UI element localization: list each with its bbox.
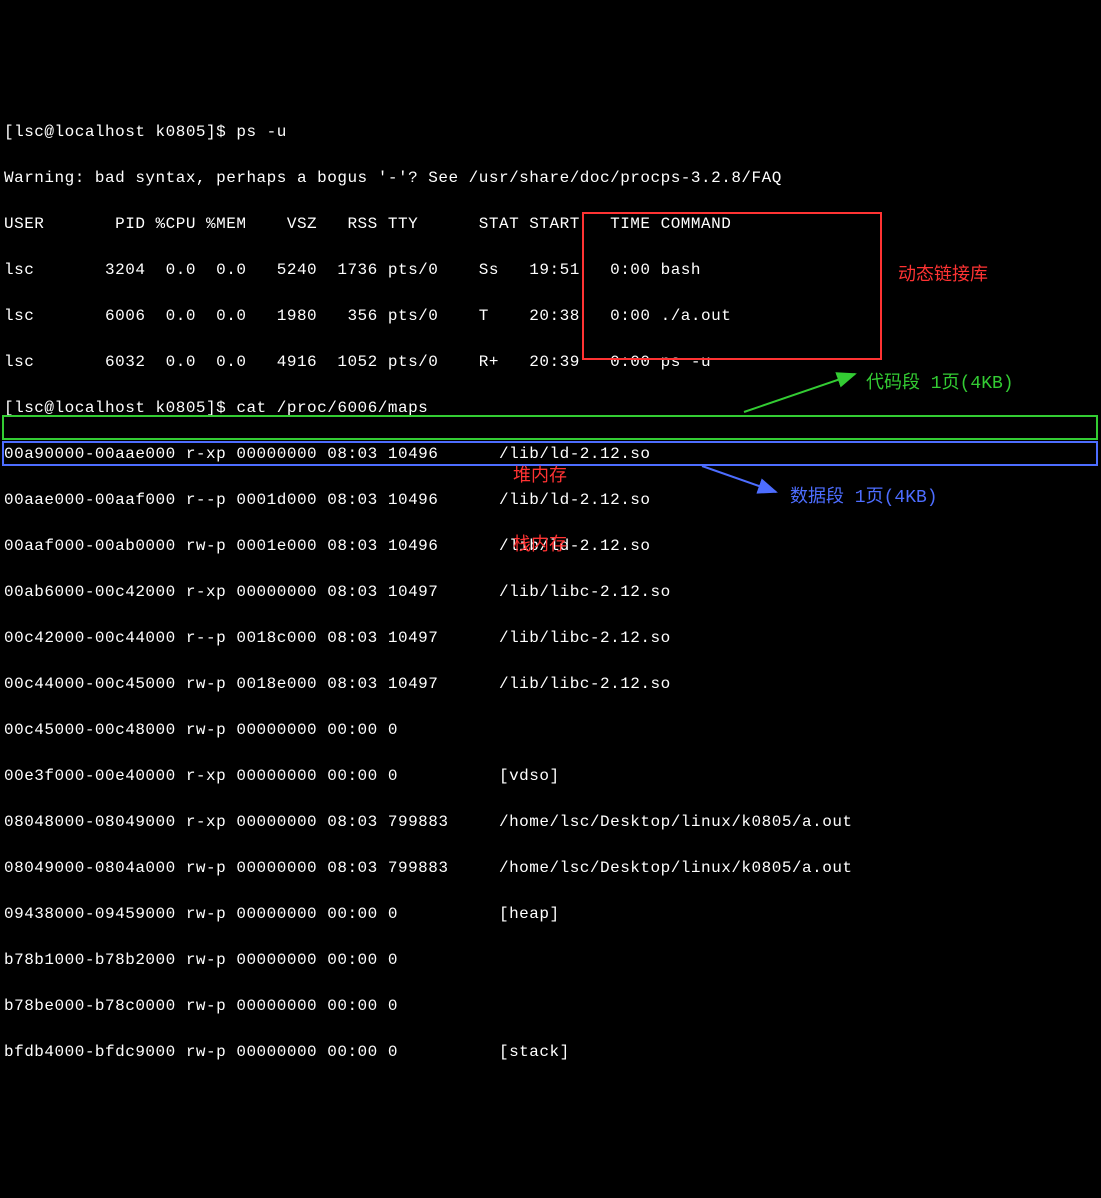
ps-header: USER PID %CPU %MEM VSZ RSS TTY STAT STAR… — [4, 213, 1097, 236]
maps-row: 00c44000-00c45000 rw-p 0018e000 08:03 10… — [4, 673, 1097, 696]
ps-row: lsc 6006 0.0 0.0 1980 356 pts/0 T 20:38 … — [4, 305, 1097, 328]
maps-row: 00c45000-00c48000 rw-p 00000000 00:00 0 — [4, 719, 1097, 742]
maps-row: 09438000-09459000 rw-p 00000000 00:00 0 … — [4, 903, 1097, 926]
code-seg-label: 代码段 1页(4KB) — [866, 373, 1014, 396]
stack-label: 栈内存 — [513, 535, 567, 558]
maps-row: 00e3f000-00e40000 r-xp 00000000 00:00 0 … — [4, 765, 1097, 788]
dyn-lib-label: 动态链接库 — [898, 265, 988, 288]
heap-label: 堆内存 — [513, 466, 567, 489]
maps-row: 08048000-08049000 r-xp 00000000 08:03 79… — [4, 811, 1097, 834]
maps-row: b78b1000-b78b2000 rw-p 00000000 00:00 0 — [4, 949, 1097, 972]
maps-row: 00c42000-00c44000 r--p 0018c000 08:03 10… — [4, 627, 1097, 650]
terminal-output: [lsc@localhost k0805]$ ps -u Warning: ba… — [0, 92, 1101, 1093]
data-seg-label: 数据段 1页(4KB) — [790, 487, 938, 510]
ps-row: lsc 6032 0.0 0.0 4916 1052 pts/0 R+ 20:3… — [4, 351, 1097, 374]
maps-row: 08049000-0804a000 rw-p 00000000 08:03 79… — [4, 857, 1097, 880]
maps-row: bfdb4000-bfdc9000 rw-p 00000000 00:00 0 … — [4, 1041, 1097, 1064]
maps-row: 00a90000-00aae000 r-xp 00000000 08:03 10… — [4, 443, 1097, 466]
maps-row: 00ab6000-00c42000 r-xp 00000000 08:03 10… — [4, 581, 1097, 604]
warning-line: Warning: bad syntax, perhaps a bogus '-'… — [4, 167, 1097, 190]
prompt-line: [lsc@localhost k0805]$ cat /proc/6006/ma… — [4, 397, 1097, 420]
prompt-line: [lsc@localhost k0805]$ ps -u — [4, 121, 1097, 144]
maps-row: b78be000-b78c0000 rw-p 00000000 00:00 0 — [4, 995, 1097, 1018]
